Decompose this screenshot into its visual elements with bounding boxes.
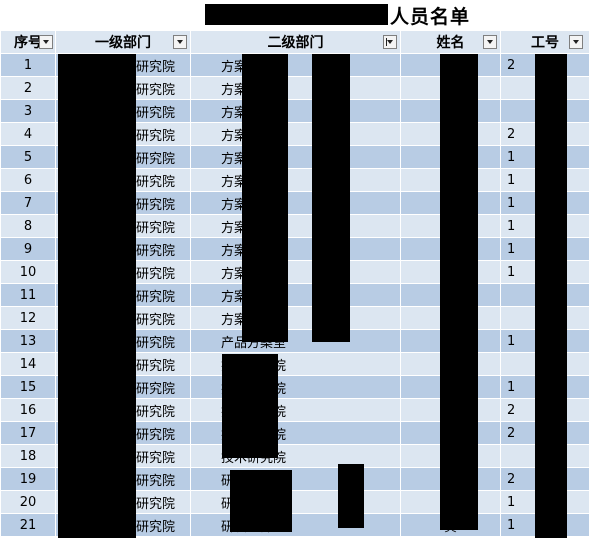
cell-dept2[interactable]: 方案 — [190, 191, 401, 215]
cell-dept2[interactable]: 方案 — [190, 260, 401, 284]
redaction-block — [230, 470, 292, 532]
column-header-seq[interactable]: 序号 — [0, 30, 56, 54]
cell-dept2[interactable]: 研发二部 — [190, 513, 401, 537]
cell-dept2[interactable]: 方案 — [190, 53, 401, 77]
cell-seq[interactable]: 21 — [0, 513, 56, 537]
header-row: 序号 一级部门 二级部门 姓名 工号 — [0, 30, 589, 54]
cell-dept2[interactable]: 方案 — [190, 76, 401, 100]
column-header-label: 二级部门 — [267, 35, 324, 51]
cell-dept2[interactable]: 方案 — [190, 214, 401, 238]
redaction-block — [440, 54, 478, 530]
column-header-dept1[interactable]: 一级部门 — [55, 30, 191, 54]
dropdown-arrow-icon[interactable] — [569, 35, 583, 49]
cell-seq[interactable]: 16 — [0, 398, 56, 422]
column-header-label: 工号 — [531, 35, 559, 51]
column-header-label: 姓名 — [436, 35, 465, 51]
cell-seq[interactable]: 20 — [0, 490, 56, 514]
column-header-id[interactable]: 工号 — [500, 30, 589, 54]
cell-seq[interactable]: 2 — [0, 76, 56, 100]
cell-seq[interactable]: 3 — [0, 99, 56, 123]
cell-dept2[interactable]: 方案 — [190, 283, 401, 307]
cell-dept2[interactable]: 方案 — [190, 306, 401, 330]
cell-seq[interactable]: 18 — [0, 444, 56, 468]
cell-seq[interactable]: 13 — [0, 329, 56, 353]
cell-dept2[interactable]: 方案 — [190, 168, 401, 192]
redaction-block — [535, 54, 567, 538]
cell-dept2[interactable]: 方案 — [190, 99, 401, 123]
column-header-label: 一级部门 — [95, 35, 151, 51]
dropdown-arrow-icon[interactable] — [173, 35, 187, 49]
cell-seq[interactable]: 1 — [0, 53, 56, 77]
redaction-block — [222, 354, 278, 458]
cell-seq[interactable]: 14 — [0, 352, 56, 376]
cell-dept2[interactable]: 方案 — [190, 122, 401, 146]
redaction-block — [312, 54, 350, 342]
redaction-block — [205, 4, 388, 25]
cell-dept2[interactable]: 方案 — [190, 145, 401, 169]
column-header-label: 序号 — [14, 35, 42, 51]
redaction-block — [338, 464, 364, 528]
cell-dept2[interactable]: 产品方案室 — [190, 329, 401, 353]
cell-seq[interactable]: 5 — [0, 145, 56, 169]
cell-seq[interactable]: 10 — [0, 260, 56, 284]
cell-seq[interactable]: 6 — [0, 168, 56, 192]
redaction-block — [242, 54, 288, 342]
cell-seq[interactable]: 17 — [0, 421, 56, 445]
cell-dept2[interactable]: 方案 — [190, 237, 401, 261]
cell-seq[interactable]: 19 — [0, 467, 56, 491]
cell-seq[interactable]: 15 — [0, 375, 56, 399]
cell-seq[interactable]: 4 — [0, 122, 56, 146]
cell-seq[interactable]: 9 — [0, 237, 56, 261]
cell-dept2[interactable]: 研发二 — [190, 490, 401, 514]
cell-seq[interactable]: 12 — [0, 306, 56, 330]
dropdown-arrow-icon[interactable] — [39, 35, 53, 49]
cell-seq[interactable]: 7 — [0, 191, 56, 215]
redaction-block — [58, 54, 136, 538]
cell-seq[interactable]: 11 — [0, 283, 56, 307]
column-header-dept2[interactable]: 二级部门 — [190, 30, 401, 54]
sheet-title: 人员名单 — [390, 6, 471, 28]
filter-active-icon[interactable] — [383, 35, 397, 49]
cell-dept2[interactable]: 研发二 — [190, 467, 401, 491]
sheet-title-row: 人员名单 — [0, 0, 589, 30]
dropdown-arrow-icon[interactable] — [483, 35, 497, 49]
cell-seq[interactable]: 8 — [0, 214, 56, 238]
column-header-name[interactable]: 姓名 — [400, 30, 501, 54]
